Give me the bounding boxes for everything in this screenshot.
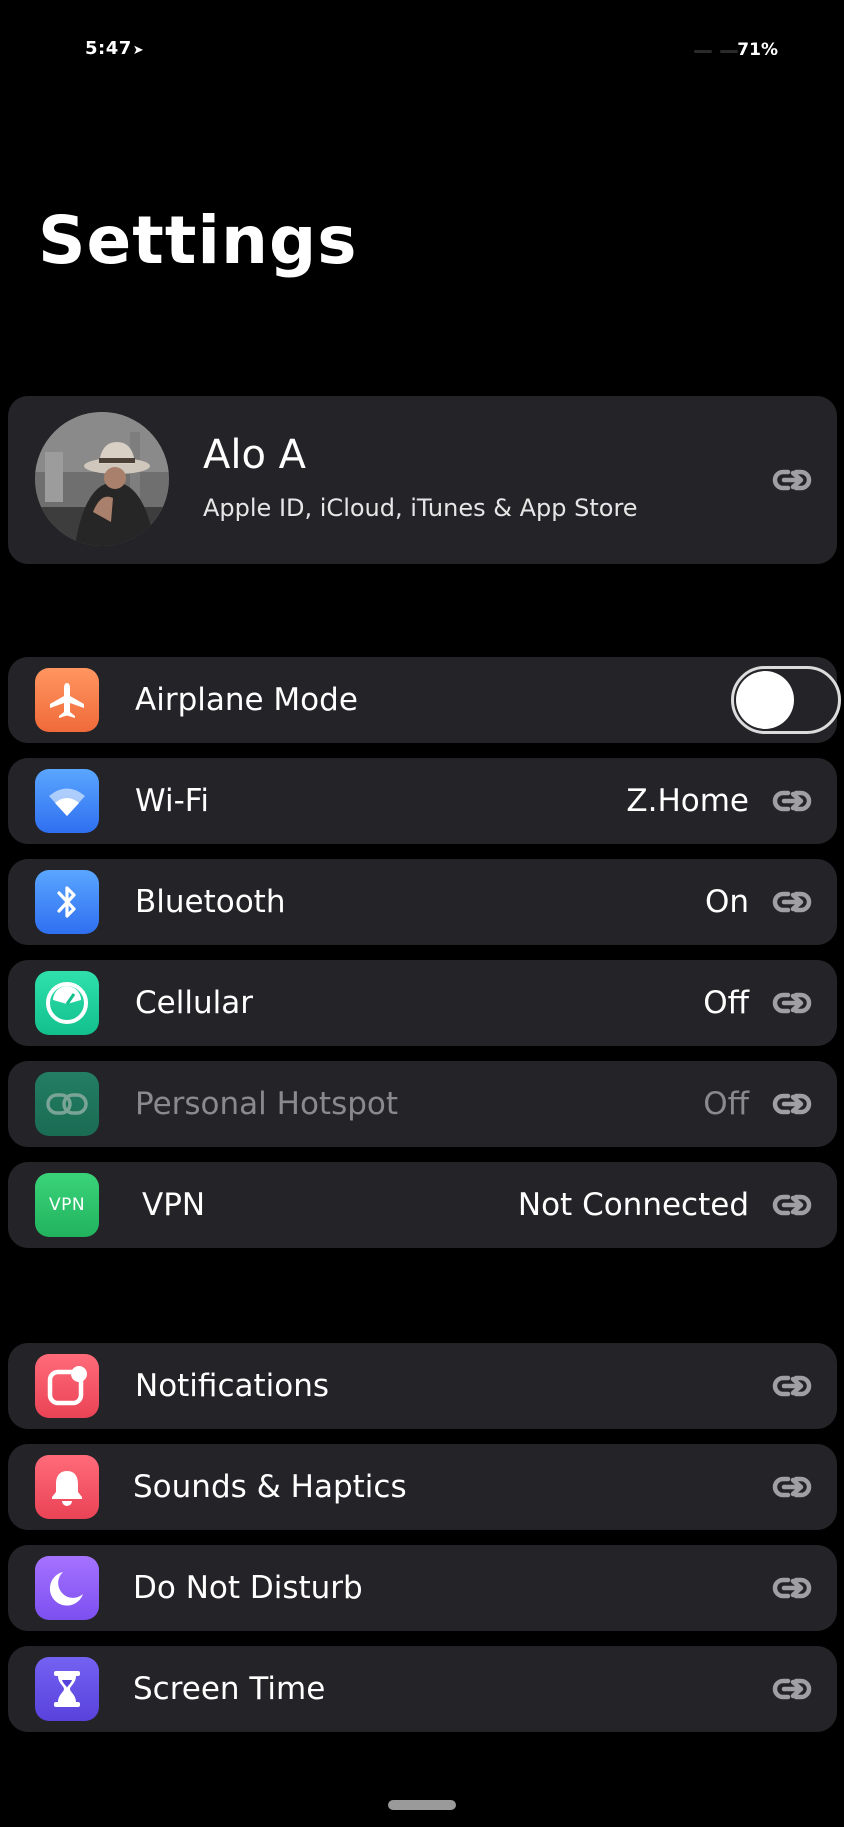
notifications-label: Notifications xyxy=(135,1368,330,1404)
status-time-text: 5:47 xyxy=(85,38,132,59)
cellular-label: Cellular xyxy=(135,985,253,1021)
row-do-not-disturb[interactable]: Do Not Disturb xyxy=(8,1545,837,1631)
link-chevron-icon xyxy=(772,469,812,491)
link-chevron-icon xyxy=(772,1093,812,1115)
notifications-icon xyxy=(35,1354,99,1418)
link-chevron-icon xyxy=(772,1476,812,1498)
personal-hotspot-value: Off xyxy=(703,1086,749,1122)
hotspot-icon xyxy=(35,1072,99,1136)
link-chevron-icon xyxy=(772,1375,812,1397)
wifi-icon xyxy=(35,769,99,833)
bluetooth-icon xyxy=(35,870,99,934)
row-bluetooth[interactable]: Bluetooth On xyxy=(8,859,837,945)
link-chevron-icon xyxy=(772,1678,812,1700)
battery-percentage: 71% xyxy=(737,40,778,60)
location-icon: ➤ xyxy=(132,43,145,58)
cellular-icon xyxy=(35,971,99,1035)
vpn-icon-text: VPN xyxy=(48,1195,86,1215)
row-cellular[interactable]: Cellular Off xyxy=(8,960,837,1046)
row-airplane-mode: Airplane Mode xyxy=(8,657,841,743)
signal-indicator-icon xyxy=(694,50,738,53)
link-chevron-icon xyxy=(772,790,812,812)
row-screen-time[interactable]: Screen Time xyxy=(8,1646,837,1732)
row-notifications[interactable]: Notifications xyxy=(8,1343,837,1429)
toggle-knob xyxy=(736,671,794,729)
vpn-icon: VPN xyxy=(35,1173,99,1237)
screen-time-label: Screen Time xyxy=(133,1671,326,1707)
bell-icon xyxy=(35,1455,99,1519)
bluetooth-value: On xyxy=(704,884,749,920)
wifi-value: Z.Home xyxy=(626,783,749,819)
airplane-mode-toggle[interactable] xyxy=(731,666,841,734)
row-sounds-haptics[interactable]: Sounds & Haptics xyxy=(8,1444,837,1530)
row-wifi[interactable]: Wi-Fi Z.Home xyxy=(8,758,837,844)
do-not-disturb-label: Do Not Disturb xyxy=(133,1570,363,1606)
avatar xyxy=(35,412,169,546)
profile-card[interactable]: Alo A Apple ID, iCloud, iTunes & App Sto… xyxy=(8,396,837,564)
profile-subtitle: Apple ID, iCloud, iTunes & App Store xyxy=(203,494,638,522)
link-chevron-icon xyxy=(772,992,812,1014)
status-time: 5:47➤ xyxy=(85,38,144,59)
bluetooth-label: Bluetooth xyxy=(135,884,286,920)
airplane-icon xyxy=(35,668,99,732)
vpn-label: VPN xyxy=(142,1187,206,1223)
airplane-mode-label: Airplane Mode xyxy=(135,682,358,718)
cellular-value: Off xyxy=(703,985,749,1021)
personal-hotspot-label: Personal Hotspot xyxy=(135,1086,399,1122)
link-chevron-icon xyxy=(772,1577,812,1599)
vpn-value: Not Connected xyxy=(517,1187,749,1223)
link-chevron-icon xyxy=(772,1194,812,1216)
home-indicator[interactable] xyxy=(388,1800,456,1810)
row-vpn[interactable]: VPN VPN Not Connected xyxy=(8,1162,837,1248)
profile-name: Alo A xyxy=(203,432,307,478)
page-title: Settings xyxy=(38,202,358,279)
moon-icon xyxy=(35,1556,99,1620)
sounds-haptics-label: Sounds & Haptics xyxy=(133,1469,407,1505)
status-bar: 5:47➤ 71% xyxy=(0,0,844,100)
link-chevron-icon xyxy=(772,891,812,913)
row-personal-hotspot[interactable]: Personal Hotspot Off xyxy=(8,1061,837,1147)
wifi-label: Wi-Fi xyxy=(135,783,209,819)
hourglass-icon xyxy=(35,1657,99,1721)
